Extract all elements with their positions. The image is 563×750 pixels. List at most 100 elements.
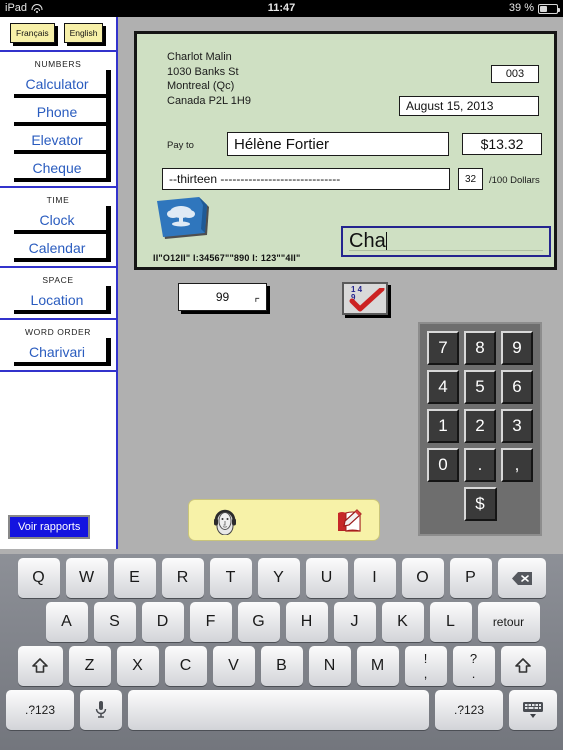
section-title-numbers: NUMBERS	[34, 59, 82, 69]
sidebar-item-charivari[interactable]: Charivari	[8, 338, 111, 366]
sidebar-item-elevator[interactable]: Elevator	[8, 126, 111, 154]
key-s[interactable]: S	[93, 602, 136, 642]
key-c[interactable]: C	[164, 646, 207, 686]
payer-country: Canada P2L 1H9	[167, 94, 251, 107]
key-d[interactable]: D	[141, 602, 184, 642]
sidebar-item-cheque[interactable]: Cheque	[8, 154, 111, 182]
return-key[interactable]: retour	[477, 602, 540, 642]
amount-words-field[interactable]: --thirteen -----------------------------…	[162, 168, 450, 190]
key-h[interactable]: H	[285, 602, 328, 642]
counter-field[interactable]: 99 ⌜	[178, 283, 267, 311]
keypad-key-8[interactable]: 8	[464, 331, 496, 365]
keypad-key-comma[interactable]: ,	[501, 448, 533, 482]
notebook-pen-icon[interactable]	[335, 507, 363, 535]
cents-field[interactable]: 32	[458, 168, 483, 190]
key-m[interactable]: M	[356, 646, 399, 686]
sidebar-item-clock[interactable]: Clock	[8, 206, 111, 234]
section-title-word-order: WORD ORDER	[25, 327, 91, 337]
dollars-label: /100 Dollars	[489, 175, 540, 186]
sidebar-item-location[interactable]: Location	[8, 286, 111, 314]
check-answer-button[interactable]: 1 4 9	[342, 282, 388, 315]
numbers-key-right[interactable]: .?123	[435, 690, 503, 730]
checkmark-icon	[348, 286, 386, 318]
keypad-key-0[interactable]: 0	[427, 448, 459, 482]
keypad-row: $	[427, 487, 533, 521]
key-l[interactable]: L	[429, 602, 472, 642]
signature-underline	[349, 250, 543, 251]
keypad-key-period[interactable]: .	[464, 448, 496, 482]
backspace-icon[interactable]	[497, 558, 546, 598]
key-v[interactable]: V	[212, 646, 255, 686]
key-x[interactable]: X	[116, 646, 159, 686]
key-z[interactable]: Z	[68, 646, 111, 686]
keypad-key-7[interactable]: 7	[427, 331, 459, 365]
key-f[interactable]: F	[189, 602, 232, 642]
key-q[interactable]: Q	[17, 558, 60, 598]
keypad-row: 1 2 3	[427, 409, 533, 443]
cheque: Charlot Malin 1030 Banks St Montreal (Qc…	[134, 31, 557, 270]
sidebar-item-phone[interactable]: Phone	[8, 98, 111, 126]
space-key[interactable]	[128, 690, 429, 730]
key-k[interactable]: K	[381, 602, 424, 642]
key-p[interactable]: P	[449, 558, 492, 598]
keypad-key-6[interactable]: 6	[501, 370, 533, 404]
key-a[interactable]: A	[45, 602, 88, 642]
battery-icon	[538, 3, 560, 14]
hide-keyboard-icon[interactable]	[509, 690, 557, 730]
payee-field[interactable]: Hélène Fortier	[227, 132, 449, 156]
pay-to-label: Pay to	[167, 140, 194, 151]
cheque-date-field[interactable]: August 15, 2013	[399, 96, 539, 116]
keypad-key-1[interactable]: 1	[427, 409, 459, 443]
key-question-period[interactable]: ? .	[452, 646, 495, 686]
numbers-key-left[interactable]: .?123	[6, 690, 74, 730]
key-exclamation-comma[interactable]: ! ,	[404, 646, 447, 686]
lang-english-button[interactable]: English	[63, 23, 104, 43]
keypad-key-9[interactable]: 9	[501, 331, 533, 365]
keyboard-row-4: .?123 .?123	[3, 690, 560, 730]
headphones-face-icon[interactable]	[211, 507, 239, 536]
key-e[interactable]: E	[113, 558, 156, 598]
keyboard-row-1: Q W E R T Y U I O P	[3, 558, 560, 598]
battery-percent-label: 39 %	[508, 2, 534, 14]
return-arrow-icon: ⌜	[254, 296, 260, 310]
amount-field[interactable]: $13.32	[462, 133, 542, 155]
key-t[interactable]: T	[209, 558, 252, 598]
microphone-icon[interactable]	[80, 690, 122, 730]
onscreen-keyboard: Q W E R T Y U I O P A S D F G H J K L re…	[0, 554, 563, 750]
cheque-number-field[interactable]: 003	[491, 65, 539, 83]
key-o[interactable]: O	[401, 558, 444, 598]
key-question-label: ?	[469, 651, 478, 666]
keypad-key-dollar[interactable]: $	[463, 487, 497, 521]
audio-bar	[188, 499, 380, 541]
key-j[interactable]: J	[333, 602, 376, 642]
key-n[interactable]: N	[308, 646, 351, 686]
signature-field[interactable]: Cha	[341, 226, 551, 257]
key-r[interactable]: R	[161, 558, 204, 598]
payer-name: Charlot Malin	[167, 51, 232, 63]
sidebar: Français English NUMBERS Calculator Phon…	[0, 17, 118, 549]
voir-rapports-button[interactable]: Voir rapports	[8, 515, 91, 539]
ipad-screen: iPad 11:47 39 % Français English NUMBERS…	[0, 0, 563, 750]
shift-icon-right[interactable]	[500, 646, 546, 686]
key-y[interactable]: Y	[257, 558, 300, 598]
key-g[interactable]: G	[237, 602, 280, 642]
shift-icon-left[interactable]	[17, 646, 63, 686]
payer-city: Montreal (Qc)	[167, 80, 235, 92]
keypad-key-2[interactable]: 2	[464, 409, 496, 443]
key-period-label: .	[471, 666, 476, 681]
keypad-row: 7 8 9	[427, 331, 533, 365]
key-b[interactable]: B	[260, 646, 303, 686]
key-i[interactable]: I	[353, 558, 396, 598]
lang-francais-button[interactable]: Français	[10, 23, 55, 43]
key-u[interactable]: U	[305, 558, 348, 598]
keypad-key-3[interactable]: 3	[501, 409, 533, 443]
key-w[interactable]: W	[65, 558, 108, 598]
keypad-key-4[interactable]: 4	[427, 370, 459, 404]
sidebar-item-calendar[interactable]: Calendar	[8, 234, 111, 262]
counter-value: 99	[215, 290, 230, 304]
keypad-key-5[interactable]: 5	[464, 370, 496, 404]
status-bar-right: 39 %	[508, 0, 560, 17]
sidebar-item-calculator[interactable]: Calculator	[8, 70, 111, 98]
divider	[0, 370, 116, 372]
keypad-row: 4 5 6	[427, 370, 533, 404]
